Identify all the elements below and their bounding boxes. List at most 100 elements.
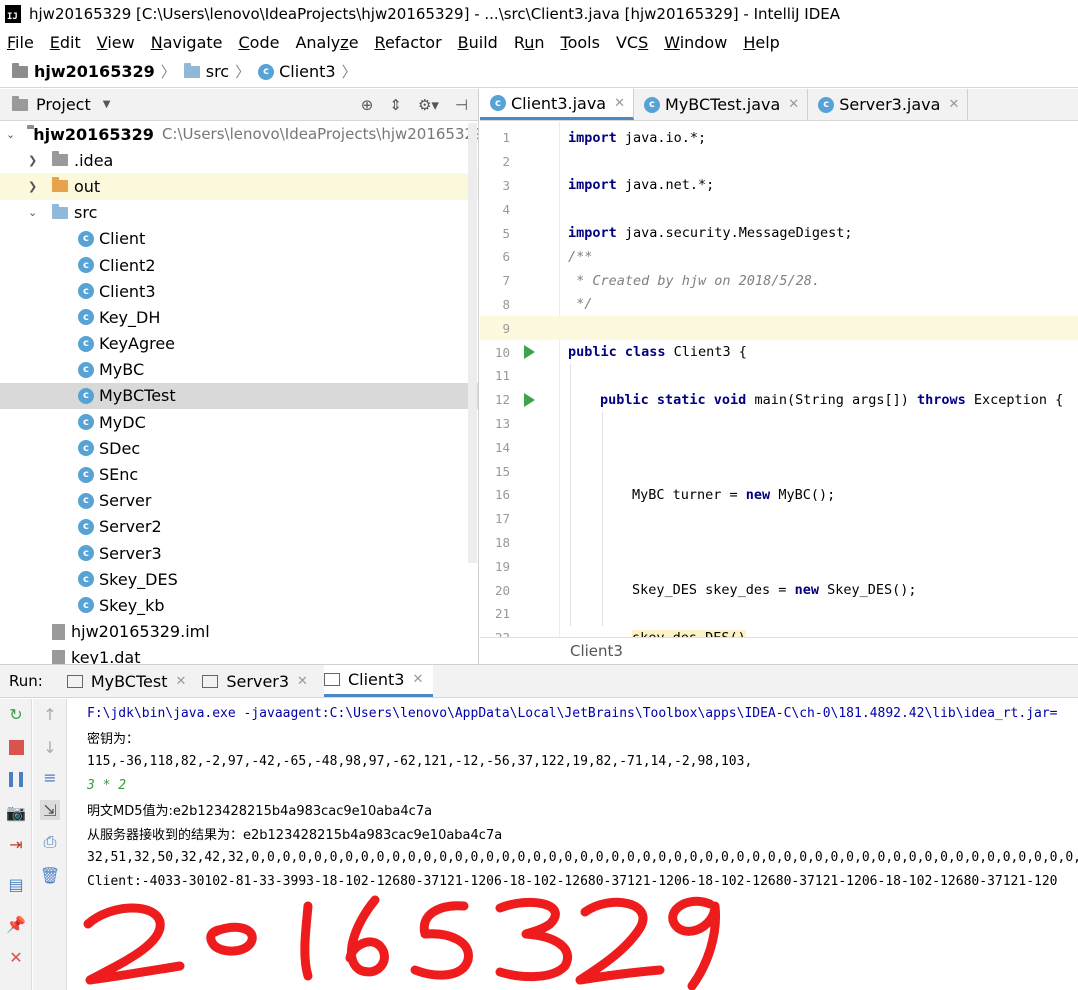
- close-icon[interactable]: ✕: [614, 96, 625, 111]
- tree-item-file[interactable]: key1.dat: [0, 645, 478, 664]
- gear-icon[interactable]: ⚙▾: [418, 96, 439, 114]
- tree-item-root[interactable]: ⌄ hjw20165329 C:\Users\lenovo\IdeaProjects…: [0, 121, 478, 147]
- rerun-icon[interactable]: ↻: [6, 704, 26, 724]
- class-icon: c: [78, 257, 94, 274]
- tree-item-label: hjw20165329: [33, 124, 154, 144]
- code-text: /**: [568, 248, 593, 265]
- stop-icon[interactable]: [6, 737, 26, 757]
- tree-item-class[interactable]: c Server: [0, 488, 478, 514]
- tree-item-class[interactable]: c Client3: [0, 278, 478, 304]
- pin-icon[interactable]: 📌: [6, 914, 26, 934]
- close-icon[interactable]: ✕: [412, 672, 423, 687]
- chevron-down-icon[interactable]: ⌄: [6, 128, 15, 141]
- soft-wrap-icon[interactable]: ≡: [40, 767, 60, 787]
- scroll-to-end-icon[interactable]: ⇲: [40, 800, 60, 820]
- tree-item-label: Skey_DES: [99, 569, 178, 589]
- tree-item-file[interactable]: hjw20165329.iml: [0, 619, 478, 645]
- breadcrumb-project-label: hjw20165329: [34, 62, 155, 81]
- editor-tab[interactable]: c MyBCTest.java ✕: [634, 89, 809, 120]
- menu-item[interactable]: Help: [743, 33, 779, 52]
- collapse-all-icon[interactable]: ⇕: [389, 96, 402, 114]
- trash-icon[interactable]: 🗑: [40, 865, 60, 885]
- tree-item-class[interactable]: c KeyAgree: [0, 331, 478, 357]
- tree-item-class[interactable]: c SDec: [0, 435, 478, 461]
- chevron-down-icon[interactable]: ⌄: [28, 206, 40, 219]
- project-view-title[interactable]: Project: [36, 95, 91, 114]
- tree-item-class[interactable]: c MyBCTest: [0, 382, 478, 410]
- editor-tabs: c Client3.java ✕ c MyBCTest.java ✕ c Server3.ja…: [480, 89, 1078, 121]
- tree-item-class[interactable]: c MyDC: [0, 409, 478, 435]
- tree-item-src[interactable]: ⌄ src: [0, 200, 478, 226]
- line-number: 1: [502, 130, 510, 146]
- class-icon: c: [78, 414, 94, 431]
- run-tab[interactable]: Server3 ✕: [202, 665, 318, 697]
- line-number: 7: [502, 273, 510, 289]
- menu-item[interactable]: Refactor: [375, 33, 442, 52]
- tree-item-out[interactable]: ❯ out: [0, 173, 478, 200]
- project-path: C:\Users\lenovo\IdeaProjects\hjw20165329: [161, 125, 479, 144]
- chevron-right-icon[interactable]: ❯: [28, 180, 40, 193]
- menu-item[interactable]: View: [97, 33, 135, 52]
- run-tab[interactable]: Client3 ✕: [323, 665, 434, 697]
- run-gutter-icon[interactable]: [524, 345, 535, 360]
- hide-panel-icon[interactable]: ⊣: [455, 96, 468, 114]
- locate-icon[interactable]: ⊕: [361, 96, 374, 114]
- tree-item-class[interactable]: c Client2: [0, 252, 478, 278]
- code-area[interactable]: 1 import java.io.*; 2 3 import java.net.*; 4 5…: [480, 122, 1078, 637]
- close-icon[interactable]: ✕: [297, 674, 308, 689]
- line-number: 14: [494, 439, 510, 455]
- code-text: import java.net.*;: [568, 177, 715, 194]
- editor-breadcrumb[interactable]: Client3: [480, 637, 1078, 664]
- exit-icon[interactable]: ⇥: [6, 834, 26, 854]
- close-icon[interactable]: ✕: [175, 674, 186, 689]
- run-tab-label: Client3: [347, 670, 405, 689]
- breadcrumb-client3[interactable]: c Client3: [258, 62, 336, 81]
- close-icon[interactable]: ✕: [788, 97, 799, 112]
- breadcrumb-project[interactable]: hjw20165329: [12, 62, 155, 81]
- menu-item[interactable]: Code: [239, 33, 280, 52]
- chevron-down-icon[interactable]: ▼: [103, 99, 111, 110]
- arrow-down-icon[interactable]: ↓: [40, 737, 60, 757]
- tree-item-class[interactable]: c SEnc: [0, 461, 478, 487]
- menu-item[interactable]: VCS: [616, 33, 648, 52]
- line-number: 17: [494, 511, 510, 527]
- menu-item[interactable]: Run: [514, 33, 545, 52]
- folder-icon: [52, 203, 68, 219]
- folder-icon: [183, 62, 200, 78]
- tree-item-class[interactable]: c Skey_DES: [0, 566, 478, 592]
- tree-item-class[interactable]: c Server3: [0, 540, 478, 566]
- menu-item[interactable]: Build: [458, 33, 498, 52]
- tree-item-idea[interactable]: ❯ .idea: [0, 147, 478, 173]
- class-icon: c: [818, 96, 835, 113]
- close-icon[interactable]: ✕: [6, 947, 26, 967]
- tree-item-class[interactable]: c Client: [0, 226, 478, 252]
- close-icon[interactable]: ✕: [948, 97, 959, 112]
- run-gutter-icon[interactable]: [524, 392, 535, 407]
- console-line: 明文MD5值为:e2b123428215b4a983cac9e10aba4c7a: [87, 803, 433, 819]
- class-icon: c: [78, 440, 94, 457]
- editor-tab[interactable]: c Client3.java ✕: [480, 89, 635, 120]
- class-icon: c: [78, 387, 94, 404]
- chevron-right-icon[interactable]: ❯: [28, 154, 40, 167]
- arrow-up-icon[interactable]: ↑: [40, 704, 60, 724]
- tree-item-label: Key_DH: [99, 307, 161, 327]
- tree-item-class[interactable]: c Skey_kb: [0, 592, 478, 618]
- menu-item[interactable]: Navigate: [151, 33, 223, 52]
- camera-icon[interactable]: 📷: [6, 802, 26, 822]
- run-tab[interactable]: MyBCTest ✕: [66, 665, 197, 697]
- menu-item[interactable]: Analyze: [295, 33, 358, 52]
- tree-item-class[interactable]: c MyBC: [0, 357, 478, 383]
- menu-item[interactable]: Tools: [561, 33, 600, 52]
- menu-item[interactable]: Window: [664, 33, 727, 52]
- pause-icon[interactable]: [6, 769, 26, 789]
- editor-tab[interactable]: c Server3.java ✕: [808, 89, 969, 120]
- breadcrumb-src[interactable]: src: [183, 62, 229, 81]
- project-scrollbar[interactable]: [468, 123, 477, 563]
- tree-item-class[interactable]: c Key_DH: [0, 304, 478, 330]
- layout-icon[interactable]: ▤: [6, 874, 26, 894]
- tree-item-class[interactable]: c Server2: [0, 514, 478, 540]
- menu-item[interactable]: File: [7, 33, 34, 52]
- project-folder-icon: [12, 62, 28, 78]
- print-icon[interactable]: ⎙: [40, 832, 60, 852]
- menu-item[interactable]: Edit: [50, 33, 81, 52]
